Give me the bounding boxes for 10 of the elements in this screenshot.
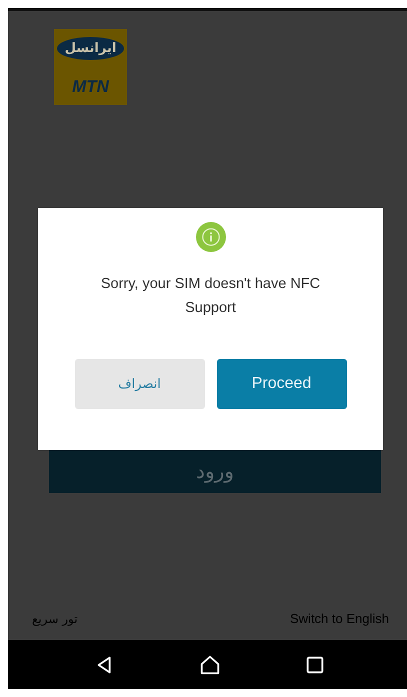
dialog-message: Sorry, your SIM doesn't have NFC Support [100,275,322,318]
proceed-button[interactable]: Proceed [216,359,346,409]
home-icon[interactable] [199,654,222,676]
quick-tour-link[interactable]: تور سریع [32,612,78,626]
cancel-button[interactable]: انصراف [74,359,204,409]
logo-brand-text: ایرانسل [56,37,124,60]
info-icon [196,222,226,252]
switch-language-link[interactable]: Switch to English [290,611,389,626]
login-button[interactable]: ورود [49,449,381,493]
logo-text: MTN [72,76,109,97]
